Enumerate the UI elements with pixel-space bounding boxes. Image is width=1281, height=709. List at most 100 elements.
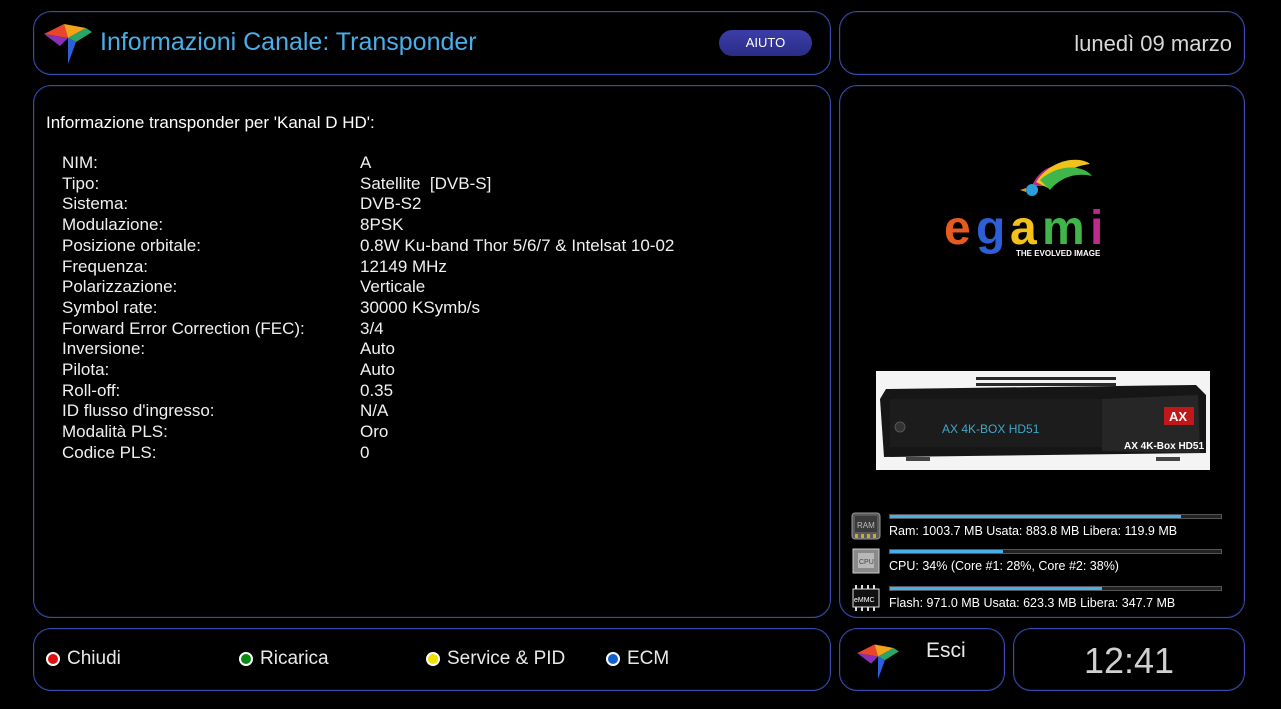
cpu-usage-bar [889,549,1222,554]
brand-tagline: THE EVOLVED IMAGE [1016,249,1101,258]
info-row-key: Forward Error Correction (FEC): [62,318,305,338]
green-dot-icon [239,652,253,666]
brand-letter-i: i [1090,202,1103,255]
info-row-value: 12149 MHz [360,256,447,276]
box-model-label: AX 4K-Box HD51 [1124,441,1204,452]
info-row-key: Roll-off: [62,380,121,400]
info-row: ID flusso d'ingresso: N/A [62,401,674,422]
green-key-reload[interactable]: Ricarica [239,648,329,670]
yellow-key-service-pid[interactable]: Service & PID [426,648,565,670]
info-row: Inversione: Auto [62,339,674,360]
info-row: Codice PLS: 0 [62,443,674,464]
cpu-meter: CPU CPU: 34% (Core #1: 28%, Core #2: 38%… [848,546,1238,582]
info-row-value: 0 [360,442,370,462]
info-row-value: Oro [360,422,389,442]
title-panel: Informazioni Canale: Transponder AIUTO [33,11,831,75]
brand-letter-g: g [976,202,1005,255]
cpu-chip-icon: CPU [852,548,880,574]
info-row-key: Tipo: [62,173,100,193]
blue-key-ecm[interactable]: ECM [606,648,669,670]
info-heading: Informazione transponder per 'Kanal D HD… [46,113,375,132]
info-row-value: 3/4 [360,318,384,338]
flash-usage-bar [889,586,1222,591]
info-row: Tipo: Satellite [DVB-S] [62,174,674,195]
ram-meter: RAM Ram: 1003.7 MB Usata: 883.8 MB Liber… [848,511,1238,547]
info-row-value: 0.35 [360,380,394,400]
info-row-key: Modulazione: [62,215,164,235]
info-row-value: 0.8W Ku-band Thor 5/6/7 & Intelsat 10-02 [360,235,675,255]
info-row: Frequenza: 12149 MHz [62,257,674,278]
yellow-key-label: Service & PID [447,648,566,669]
box-front-label: AX 4K-BOX HD51 [942,422,1040,436]
help-button[interactable]: AIUTO [719,30,812,56]
info-row: Polarizzazione: Verticale [62,277,674,298]
blue-key-label: ECM [627,648,670,669]
green-key-label: Ricarica [260,648,329,669]
date-label: lunedì 09 marzo [1074,31,1232,56]
yellow-dot-icon [426,652,440,666]
info-row-value: DVB-S2 [360,194,422,214]
ram-usage-fill [890,515,1182,518]
exit-label: Esci [926,639,966,662]
info-row-value: 30000 KSymb/s [360,297,481,317]
info-row: Forward Error Correction (FEC): 3/4 [62,319,674,340]
info-row-value: N/A [360,401,389,421]
info-row-key: ID flusso d'ingresso: [62,401,215,421]
red-key-label: Chiudi [67,648,121,669]
red-key-close[interactable]: Chiudi [46,648,121,670]
box-logo-label: AX [1169,409,1187,424]
info-row-key: Modalità PLS: [62,422,168,442]
brand-letter-e: e [944,202,971,255]
info-row: Posizione orbitale: 0.8W Ku-band Thor 5/6… [62,236,674,257]
info-row-key: Polarizzazione: [62,277,178,297]
exit-button[interactable]: Esci [839,628,1005,691]
info-row: Roll-off: 0.35 [62,381,674,402]
info-row-key: Frequenza: [62,256,148,276]
info-row-value: Satellite [DVB-S] [360,173,492,193]
bird-logo-icon [44,24,92,64]
info-row-value: 8PSK [360,215,404,235]
date-panel: lunedì 09 marzo [839,11,1245,75]
info-row-key: Codice PLS: [62,442,157,462]
blue-dot-icon [606,652,620,666]
flash-icon-label: eMMC [854,597,875,604]
info-row-value: Auto [360,339,395,359]
receiver-image: AX 4K-BOX HD51 AX AX 4K-Box HD51 [876,371,1210,470]
info-row-value: Verticale [360,277,426,297]
cpu-usage-text: CPU: 34% (Core #1: 28%, Core #2: 38%) [889,559,1119,573]
info-row-key: NIM: [62,153,98,172]
info-row-key: Pilota: [62,360,110,380]
egami-logo: e g a m i THE EVOLVED IMAGE [944,159,1103,258]
ram-usage-bar [889,514,1222,519]
info-row: Pilota: Auto [62,360,674,381]
cpu-icon-label: CPU [859,559,874,566]
info-row-key: Inversione: [62,339,146,359]
info-row: Symbol rate: 30000 KSymb/s [62,298,674,319]
flash-usage-fill [890,587,1102,590]
system-panel: e g a m i THE EVOLVED IMAGE AX 4K-BOX HD… [839,85,1245,618]
ram-chip-icon: RAM [851,512,881,540]
ram-usage-text: Ram: 1003.7 MB Usata: 883.8 MB Libera: 1… [889,524,1178,538]
page-title: Informazioni Canale: Transponder [100,28,477,56]
clock-panel: 12:41 [1013,628,1245,691]
transponder-table: NIM: A Tipo: Satellite [DVB-S] Sistema: DVB-S… [62,153,674,464]
info-row: Modalità PLS: Oro [62,422,674,443]
info-row: Modulazione: 8PSK [62,215,674,236]
color-keys-panel: Chiudi Ricarica Service & PID ECM [33,628,831,691]
info-row-key: Sistema: [62,194,129,214]
brand-letter-a: a [1010,202,1037,255]
clock-time: 12:41 [1083,640,1175,681]
transponder-info-panel: Informazione transponder per 'Kanal D HD… [33,85,831,618]
flash-usage-text: Flash: 971.0 MB Usata: 623.3 MB Libera: … [889,596,1176,610]
info-row: NIM: A [62,153,674,174]
brand-letter-m: m [1042,202,1085,255]
bird-logo-icon [857,644,899,680]
ram-icon-label: RAM [857,521,875,530]
info-row-key: Symbol rate: [62,297,158,317]
red-dot-icon [46,652,60,666]
info-row-value: Auto [360,360,395,380]
info-row-key: Posizione orbitale: [62,235,201,255]
flash-meter: eMMC Flash: 971.0 MB Usata: 623.3 MB Lib… [848,583,1238,619]
cpu-usage-fill [890,550,1003,553]
info-row: Sistema: DVB-S2 [62,194,674,215]
